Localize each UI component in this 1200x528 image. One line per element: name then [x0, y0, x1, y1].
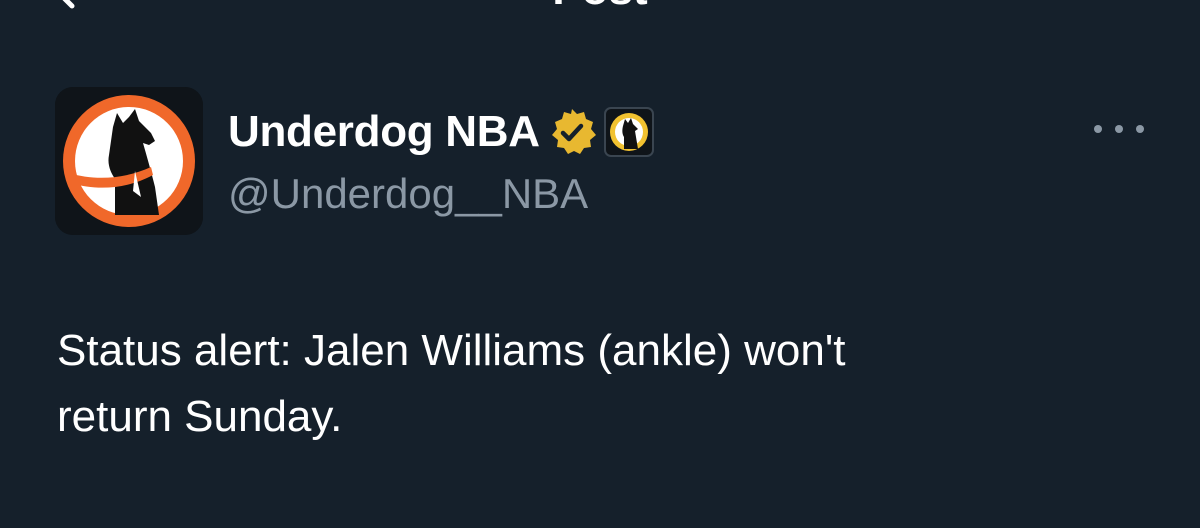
underdog-logo-icon: [55, 87, 203, 235]
underdog-affiliate-badge-icon[interactable]: [603, 107, 654, 157]
more-options-icon: [1115, 125, 1123, 133]
avatar[interactable]: [55, 87, 203, 235]
post-text-line: Status alert: Jalen Williams (ankle) won…: [57, 326, 846, 375]
top-bar: Post: [0, 0, 1200, 20]
author-name-row: Underdog NBA: [228, 104, 654, 160]
post-body: Status alert: Jalen Williams (ankle) won…: [57, 318, 1157, 450]
gold-verified-badge-icon[interactable]: [546, 106, 598, 158]
user-handle[interactable]: @Underdog__NBA: [228, 168, 588, 220]
more-options-icon: [1136, 125, 1144, 133]
post-text-line: return Sunday.: [57, 392, 343, 441]
display-name[interactable]: Underdog NBA: [228, 106, 540, 158]
page-title: Post: [0, 0, 1200, 12]
post-screen: Post Underdog NBA @Underdog__NBA: [0, 0, 1200, 528]
more-options-button[interactable]: [1094, 114, 1144, 144]
more-options-icon: [1094, 125, 1102, 133]
